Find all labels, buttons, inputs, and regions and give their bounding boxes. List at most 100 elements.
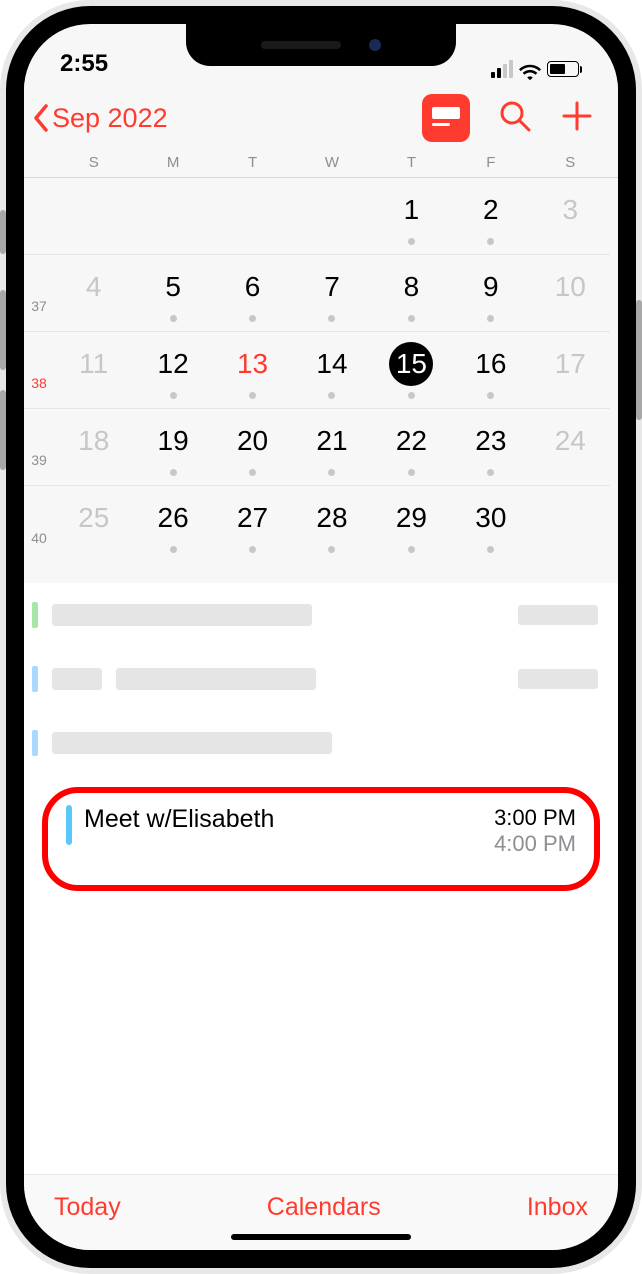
calendar-day[interactable]: 3 (531, 188, 610, 245)
event-dot-icon (487, 238, 494, 245)
search-button[interactable] (498, 99, 532, 138)
event-color-stripe (66, 805, 72, 845)
calendar-day[interactable]: 26 (133, 496, 212, 553)
event-dot-icon (249, 469, 256, 476)
calendar-day[interactable]: 18 (54, 419, 133, 476)
event-times: 3:00 PM 4:00 PM (494, 805, 576, 857)
calendar-day[interactable]: 7 (292, 265, 371, 322)
phone-frame: 2:55 Sep 2022 (0, 0, 642, 1274)
calendar-day[interactable]: 1 (372, 188, 451, 245)
calendar-day[interactable]: 12 (133, 342, 212, 399)
week-number: 38 (24, 349, 54, 391)
calendar-day[interactable]: 23 (451, 419, 530, 476)
calendar-day[interactable]: 25 (54, 496, 133, 553)
event-dot-icon (408, 238, 415, 245)
chevron-left-icon (32, 103, 52, 133)
calendar-day[interactable]: 10 (531, 265, 610, 322)
home-indicator[interactable] (231, 1234, 411, 1240)
speaker-grille (261, 41, 341, 49)
event-title: Meet w/Elisabeth (84, 805, 274, 834)
event-dot-icon (249, 546, 256, 553)
week-number (24, 203, 54, 229)
event-end-time: 4:00 PM (494, 831, 576, 857)
status-indicators (491, 60, 583, 78)
calendar-day[interactable]: 27 (213, 496, 292, 553)
event-dot-icon (408, 392, 415, 399)
event-row[interactable]: Meet w/Elisabeth 3:00 PM 4:00 PM (58, 799, 584, 863)
event-dot-icon (328, 392, 335, 399)
event-dot-icon (487, 546, 494, 553)
event-row-redacted[interactable] (24, 711, 618, 775)
event-dot-icon (408, 469, 415, 476)
calendar-day[interactable]: 30 (451, 496, 530, 553)
notch (186, 24, 456, 66)
event-dot-icon (328, 315, 335, 322)
calendar-day[interactable]: 11 (54, 342, 133, 399)
calendar-day[interactable]: 9 (451, 265, 530, 322)
event-start-time: 3:00 PM (494, 805, 576, 831)
event-row-redacted[interactable] (24, 647, 618, 711)
event-dot-icon (170, 392, 177, 399)
calendar-day[interactable]: 29 (372, 496, 451, 553)
event-dot-icon (487, 392, 494, 399)
calendar-day[interactable]: 8 (372, 265, 451, 322)
event-dot-icon (170, 315, 177, 322)
cellular-signal-icon (491, 60, 513, 78)
calendar-day[interactable]: 4 (54, 265, 133, 322)
wifi-icon (519, 60, 541, 78)
today-button[interactable]: Today (54, 1193, 121, 1222)
list-view-toggle[interactable] (422, 94, 470, 142)
event-dot-icon (328, 469, 335, 476)
calendar-day[interactable]: 24 (531, 419, 610, 476)
back-button[interactable]: Sep 2022 (32, 103, 168, 134)
add-event-button[interactable] (560, 99, 594, 138)
weekday-header: S M T W T F S (24, 154, 618, 177)
back-label: Sep 2022 (52, 103, 168, 134)
week-number: 39 (24, 426, 54, 468)
event-dot-icon (249, 392, 256, 399)
weekday-label: W (292, 154, 371, 171)
tutorial-highlight: Meet w/Elisabeth 3:00 PM 4:00 PM (42, 787, 600, 891)
calendar-day[interactable]: 6 (213, 265, 292, 322)
screen: 2:55 Sep 2022 (24, 24, 618, 1250)
front-camera (369, 39, 381, 51)
search-icon (498, 99, 532, 133)
week-number: 37 (24, 272, 54, 314)
phone-bezel: 2:55 Sep 2022 (6, 6, 636, 1268)
event-dot-icon (249, 315, 256, 322)
weekday-label: S (54, 154, 133, 171)
month-grid: 1233745678910381112131415161739181920212… (24, 177, 618, 563)
event-dot-icon (170, 546, 177, 553)
list-view-icon (432, 107, 460, 129)
calendar-day[interactable]: 19 (133, 419, 212, 476)
calendar-day[interactable]: 22 (372, 419, 451, 476)
week-number: 40 (24, 504, 54, 546)
weekday-label: T (213, 154, 292, 171)
event-dot-icon (408, 315, 415, 322)
calendar-day[interactable]: 2 (451, 188, 530, 245)
inbox-button[interactable]: Inbox (527, 1193, 588, 1222)
calendar-day[interactable]: 20 (213, 419, 292, 476)
calendar-day[interactable]: 5 (133, 265, 212, 322)
calendars-button[interactable]: Calendars (267, 1193, 381, 1222)
event-dot-icon (408, 546, 415, 553)
nav-bar: Sep 2022 (24, 82, 618, 154)
calendar-day[interactable]: 21 (292, 419, 371, 476)
event-dot-icon (487, 315, 494, 322)
power-button (636, 300, 642, 420)
event-dot-icon (487, 469, 494, 476)
weekday-label: F (451, 154, 530, 171)
event-dot-icon (328, 546, 335, 553)
plus-icon (560, 99, 594, 133)
calendar-day[interactable]: 16 (451, 342, 530, 399)
event-row-redacted[interactable] (24, 583, 618, 647)
calendar-day[interactable]: 17 (531, 342, 610, 399)
calendar-day[interactable]: 15 (372, 342, 451, 399)
calendar-day[interactable]: 28 (292, 496, 371, 553)
events-list[interactable]: Meet w/Elisabeth 3:00 PM 4:00 PM (24, 563, 618, 1174)
calendar-day[interactable]: 14 (292, 342, 371, 399)
weekday-label: M (133, 154, 212, 171)
weekday-label: S (531, 154, 610, 171)
status-time: 2:55 (60, 50, 108, 78)
calendar-day[interactable]: 13 (213, 342, 292, 399)
